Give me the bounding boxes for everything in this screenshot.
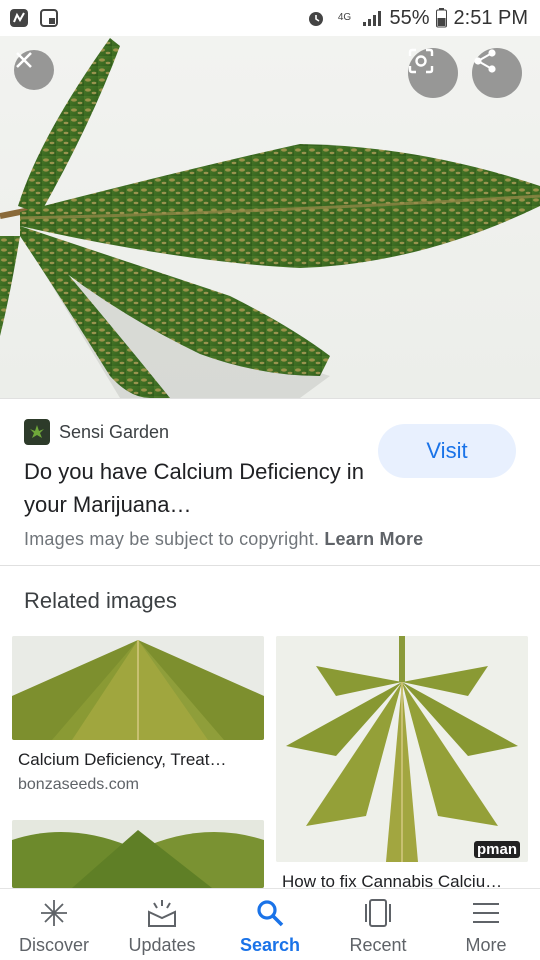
lens-button[interactable] [408, 48, 458, 98]
related-image [12, 636, 264, 740]
related-card[interactable]: pman How to fix Cannabis Calciu… [276, 636, 528, 888]
related-card[interactable] [12, 820, 264, 888]
nav-search[interactable]: Search [216, 889, 324, 960]
copyright-text: Images may be subject to copyright. [24, 529, 320, 549]
nav-label: Search [239, 935, 301, 955]
nav-discover[interactable]: Discover [0, 889, 108, 960]
learn-more-link[interactable]: Learn More [324, 529, 423, 549]
menu-icon [470, 897, 502, 929]
watermark: pman [473, 841, 520, 858]
bottom-nav: Discover Updates Search Recent More [0, 888, 540, 960]
copyright-notice: Images may be subject to copyright. Lear… [24, 529, 423, 550]
result-title[interactable]: Do you have Calcium Deficiency in your M… [24, 455, 364, 521]
clock: 2:51 PM [453, 6, 528, 29]
related-images-heading: Related images [24, 588, 177, 613]
app-notification-icon [8, 7, 30, 29]
battery-percent: 55% [389, 6, 430, 29]
nav-updates[interactable]: Updates [108, 889, 216, 960]
related-caption: Calcium Deficiency, Treat… [18, 750, 227, 769]
source-name: Sensi Garden [59, 421, 170, 442]
status-bar: 4G 55% 2:51 PM [0, 0, 540, 36]
sensi-garden-logo [24, 419, 50, 445]
discover-icon [38, 897, 70, 929]
nav-label: More [465, 935, 507, 955]
related-domain: bonzaseeds.com [18, 776, 139, 793]
battery-icon [436, 7, 448, 29]
screenshot-icon [38, 7, 60, 29]
close-button[interactable] [14, 50, 54, 90]
lens-icon [408, 48, 434, 74]
close-icon [16, 52, 32, 68]
nav-more[interactable]: More [432, 889, 540, 960]
nav-label: Discover [18, 935, 89, 955]
share-button[interactable] [472, 48, 522, 98]
alarm-icon [305, 7, 327, 29]
related-image: pman [276, 636, 528, 862]
share-icon [474, 49, 496, 73]
nav-label: Updates [128, 935, 196, 955]
updates-icon [146, 897, 178, 929]
related-image [12, 820, 264, 888]
related-caption: How to fix Cannabis Calciu… [282, 872, 503, 888]
search-icon [254, 897, 286, 929]
recent-icon [362, 897, 394, 929]
nav-recent[interactable]: Recent [324, 889, 432, 960]
source-row[interactable]: Sensi Garden [24, 419, 169, 445]
nav-label: Recent [349, 935, 407, 955]
hero-image[interactable] [0, 36, 540, 398]
signal-icon [361, 7, 383, 29]
result-info: Sensi Garden Do you have Calcium Deficie… [0, 398, 540, 566]
cannabis-leaf-spotted-image [0, 38, 540, 398]
visit-button[interactable]: Visit [378, 424, 516, 478]
data-icon: 4G [333, 7, 355, 29]
related-card[interactable]: Calcium Deficiency, Treat… bonzaseeds.co… [12, 636, 264, 806]
network-label: 4G [337, 12, 352, 23]
